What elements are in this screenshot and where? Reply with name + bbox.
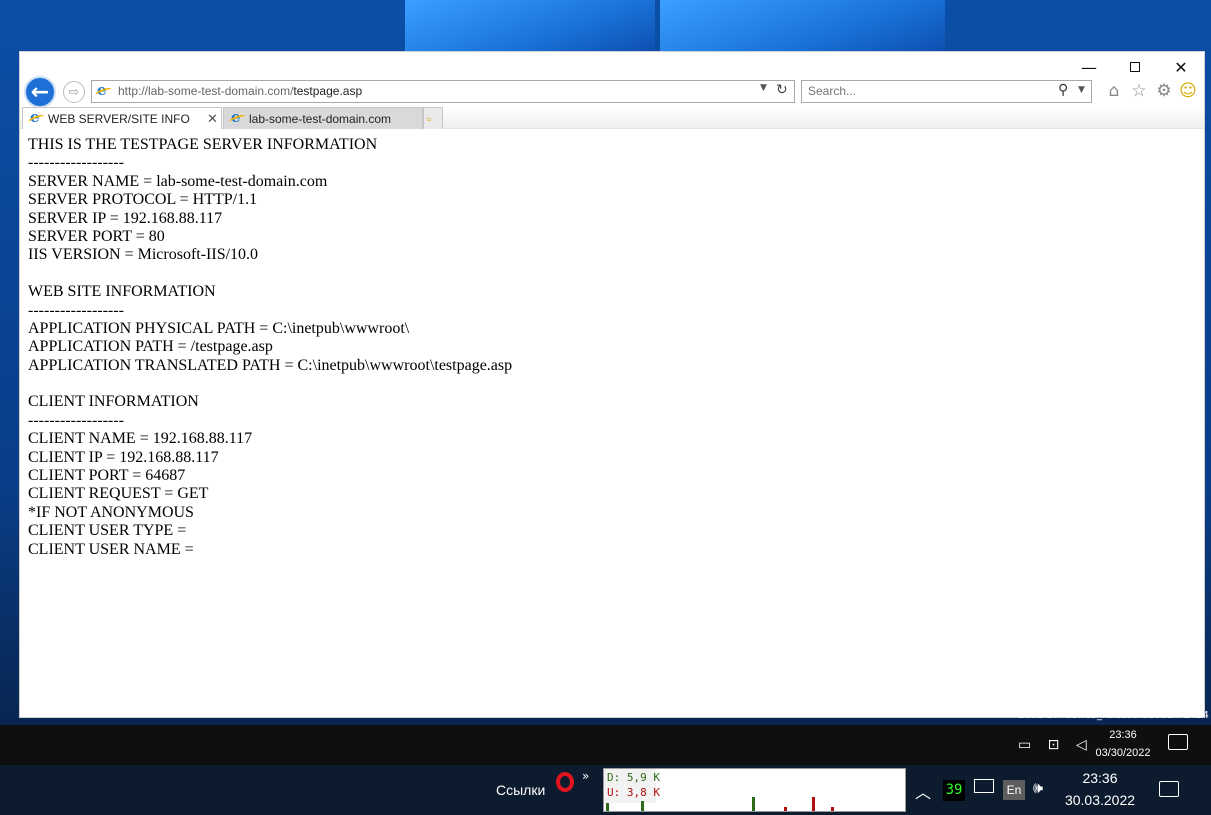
download-spike	[641, 801, 644, 811]
ie-page-icon	[96, 81, 111, 99]
tray-icons[interactable]: ▭ ⊡ ◁	[1018, 737, 1093, 753]
address-dropdown-icon[interactable]: ▼	[760, 83, 767, 93]
taskbar: Ссылки » D: 5,9 K U: 3,8 K ︿ 39 En 🕪 23:…	[0, 765, 1211, 815]
info-line: IIS VERSION = Microsoft-IIS/10.0	[28, 246, 259, 264]
info-line: CLIENT IP = 192.168.88.117	[28, 448, 219, 466]
tab-label: lab-some-test-domain.com	[249, 111, 392, 126]
address-url-host: http://lab-some-test-domain.com/	[118, 84, 294, 98]
minimize-icon: —	[1081, 57, 1097, 77]
favorites-star-icon[interactable]: ☆	[1128, 80, 1150, 102]
refresh-icon[interactable]: ↻	[776, 82, 788, 98]
secondary-taskbar: ▭ ⊡ ◁ 23:36 03/30/2022	[0, 725, 1211, 765]
network-monitor: D: 5,9 K U: 3,8 K	[603, 768, 906, 812]
navigation-bar: ← ⇨ http://lab-some-test-domain.com/test…	[20, 76, 1204, 108]
info-line: SERVER IP = 192.168.88.117	[28, 209, 223, 227]
search-input[interactable]	[808, 84, 1038, 98]
info-line: APPLICATION PHYSICAL PATH = C:\inetpub\w…	[28, 319, 410, 337]
tab-close-icon[interactable]: ✕	[207, 111, 218, 127]
info-line: THIS IS THE TESTPAGE SERVER INFORMATION	[28, 136, 378, 153]
info-line: ------------------	[28, 411, 124, 429]
close-icon: ✕	[1174, 57, 1188, 77]
tab-label: WEB SERVER/SITE INFO	[48, 111, 190, 126]
maximize-icon	[1130, 62, 1140, 72]
new-tab-button[interactable]: ▫	[423, 107, 443, 129]
taskbar-clock-time[interactable]: 23:36	[1060, 770, 1140, 786]
clock-time[interactable]: 23:36	[1092, 729, 1154, 741]
forward-button[interactable]: ⇨	[63, 81, 85, 103]
download-speed: D: 5,9 K	[607, 771, 660, 784]
info-line: CLIENT PORT = 64687	[28, 467, 186, 485]
taskbar-clock-date[interactable]: 30.03.2022	[1060, 792, 1140, 808]
info-line: CLIENT USER NAME =	[28, 540, 194, 558]
info-line: SERVER NAME = lab-some-test-domain.com	[28, 172, 328, 190]
info-line: CLIENT INFORMATION	[28, 393, 199, 411]
upload-spike	[831, 807, 834, 811]
upload-spike	[784, 807, 787, 811]
download-spike	[606, 803, 609, 811]
page-content: THIS IS THE TESTPAGE SERVER INFORMATION -…	[28, 136, 1198, 559]
tab-web-server-info[interactable]: WEB SERVER/SITE INFO ✕	[22, 107, 222, 129]
wallpaper-pane	[660, 0, 945, 52]
info-line: APPLICATION TRANSLATED PATH = C:\inetpub…	[28, 356, 513, 374]
show-hidden-icons-chevron-icon[interactable]: ︿	[915, 779, 931, 803]
build-watermark: Build 17763.rs5_release.180914-1434	[1018, 710, 1209, 721]
address-url[interactable]: http://lab-some-test-domain.com/testpage…	[118, 84, 362, 98]
wallpaper-pane	[405, 0, 655, 52]
info-line: ------------------	[28, 301, 124, 319]
info-line: SERVER PROTOCOL = HTTP/1.1	[28, 191, 258, 209]
ie-tab-icon	[230, 108, 245, 126]
info-line: APPLICATION PATH = /testpage.asp	[28, 338, 273, 356]
tab-lab-domain[interactable]: lab-some-test-domain.com	[223, 107, 423, 129]
forward-arrow-icon: ⇨	[68, 84, 80, 100]
download-spike	[752, 797, 755, 811]
gear-icon[interactable]: ⚙	[1153, 80, 1175, 102]
info-line: CLIENT USER TYPE =	[28, 522, 187, 540]
feedback-smiley-icon[interactable]: ☺	[1177, 80, 1199, 102]
network-icon[interactable]	[974, 779, 994, 793]
search-dropdown-icon[interactable]: ▼	[1078, 85, 1085, 95]
info-line: WEB SITE INFORMATION	[28, 283, 216, 301]
browser-window: — ✕ ← ⇨ http://lab-some-test-domain.com/…	[19, 51, 1205, 718]
address-url-path: testpage.asp	[293, 84, 363, 98]
back-arrow-icon: ←	[30, 79, 50, 105]
home-icon[interactable]: ⌂	[1103, 80, 1125, 102]
ie-tab-icon	[29, 108, 44, 126]
info-line: ------------------	[28, 154, 124, 172]
search-icon[interactable]: ⚲	[1058, 82, 1068, 98]
new-tab-icon: ▫	[427, 111, 432, 126]
action-center-icon[interactable]	[1159, 781, 1179, 797]
tab-bar: WEB SERVER/SITE INFO ✕ lab-some-test-dom…	[20, 107, 1204, 129]
info-line: SERVER PORT = 80	[28, 227, 165, 245]
upload-spike	[812, 797, 815, 811]
toolbar-chevron-icon[interactable]: »	[582, 769, 589, 783]
search-box[interactable]: ⚲ ▼	[801, 80, 1092, 103]
links-toolbar-label[interactable]: Ссылки	[496, 782, 545, 798]
opera-icon[interactable]	[556, 772, 574, 792]
address-bar[interactable]: http://lab-some-test-domain.com/testpage…	[91, 80, 795, 103]
info-line: *IF NOT ANONYMOUS	[28, 503, 194, 521]
notification-icon[interactable]	[1168, 734, 1188, 750]
clock-date[interactable]: 03/30/2022	[1092, 747, 1154, 759]
volume-icon[interactable]: 🕪	[1033, 778, 1043, 798]
language-indicator[interactable]: En	[1003, 780, 1025, 800]
upload-speed: U: 3,8 K	[607, 786, 660, 799]
info-line: CLIENT NAME = 192.168.88.117	[28, 430, 253, 448]
cpu-meter[interactable]: 39	[943, 780, 965, 801]
back-button[interactable]: ←	[24, 76, 56, 108]
info-line: CLIENT REQUEST = GET	[28, 485, 209, 503]
